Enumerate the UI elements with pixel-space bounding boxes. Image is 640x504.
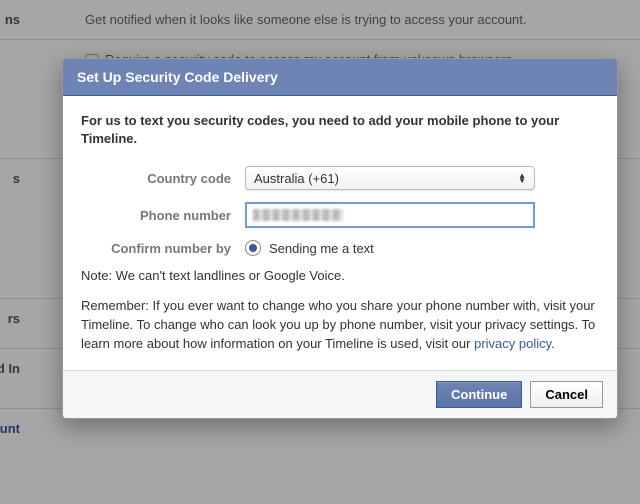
landline-note: Note: We can't text landlines or Google … — [81, 268, 599, 283]
select-arrows-icon: ▲▼ — [518, 173, 526, 183]
country-code-select[interactable]: Australia (+61) ▲▼ — [245, 166, 535, 190]
radio-dot-icon — [249, 244, 257, 252]
continue-button[interactable]: Continue — [436, 381, 522, 408]
phone-number-input[interactable] — [245, 202, 535, 228]
cancel-button[interactable]: Cancel — [530, 381, 603, 408]
phone-number-value — [253, 209, 343, 221]
dialog-title: Set Up Security Code Delivery — [63, 59, 617, 96]
dialog-intro: For us to text you security codes, you n… — [81, 112, 599, 148]
confirm-text-option-label: Sending me a text — [269, 241, 374, 256]
remember-text: Remember: If you ever want to change who… — [81, 297, 599, 354]
confirm-by-label: Confirm number by — [81, 241, 245, 256]
country-code-value: Australia (+61) — [254, 171, 339, 186]
country-code-label: Country code — [81, 171, 245, 186]
dialog-footer: Continue Cancel — [63, 370, 617, 418]
privacy-policy-link[interactable]: privacy policy — [474, 336, 551, 351]
confirm-text-radio[interactable] — [245, 240, 261, 256]
phone-number-label: Phone number — [81, 208, 245, 223]
security-code-dialog: Set Up Security Code Delivery For us to … — [62, 58, 618, 419]
